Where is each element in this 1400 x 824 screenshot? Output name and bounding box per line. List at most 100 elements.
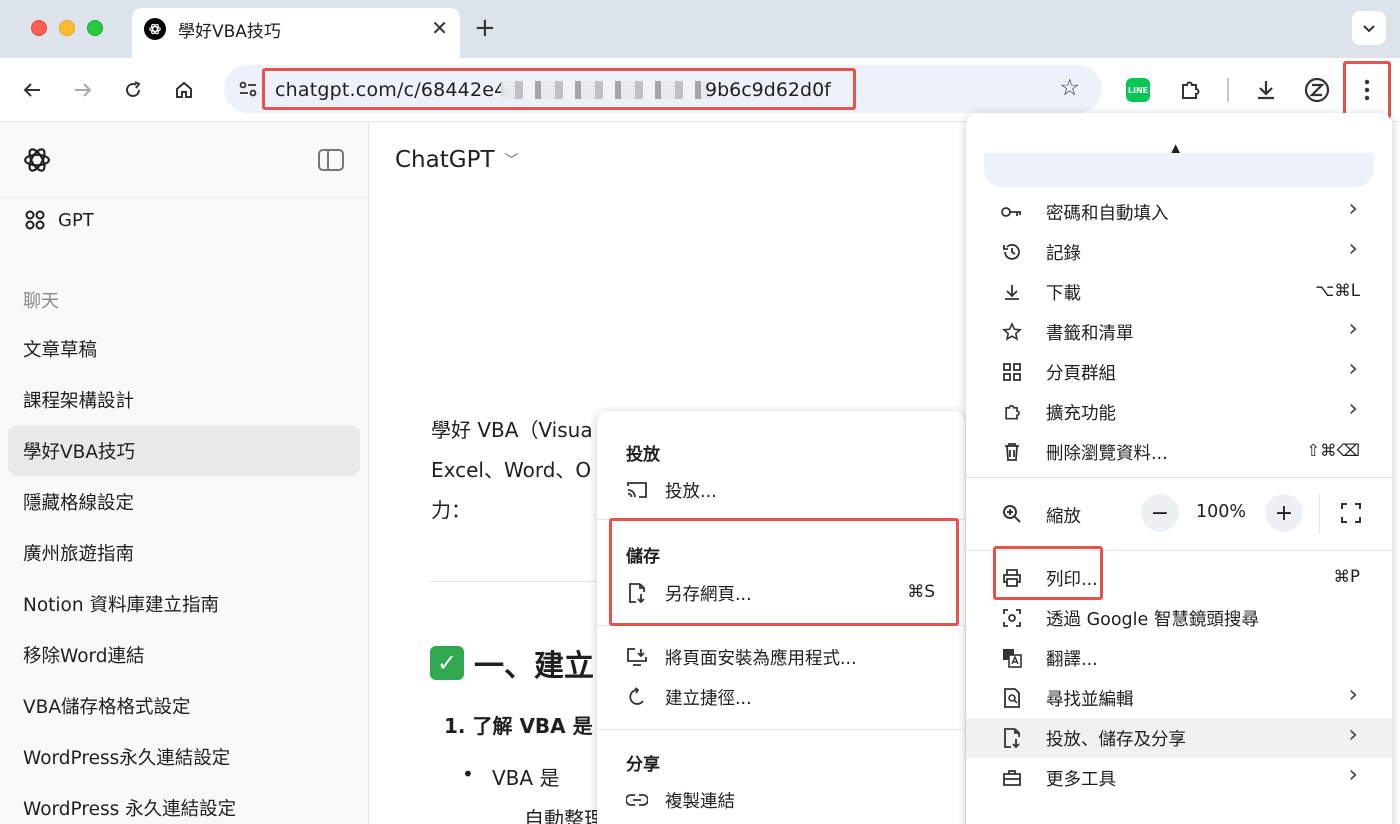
- url-text-end[interactable]: 9b6c9d62d0f: [705, 79, 831, 101]
- menu-item-label: 記錄: [1046, 244, 1081, 264]
- chat-item[interactable]: 課程架構設計: [8, 374, 360, 425]
- close-window-button[interactable]: [31, 20, 47, 36]
- copy-link-item[interactable]: 複製連結: [597, 782, 965, 818]
- menu-item-label: 密碼和自動填入: [1046, 204, 1169, 224]
- zoom-icon: [1000, 502, 1024, 526]
- model-name: ChatGPT: [395, 147, 495, 173]
- chat-item[interactable]: WordPress 永久連結設定: [8, 782, 360, 824]
- menu-item-toolbox[interactable]: 更多工具 ›: [966, 758, 1392, 798]
- z-circle-icon: [1304, 77, 1330, 103]
- create-shortcut-item[interactable]: 建立捷徑...: [597, 679, 965, 715]
- submenu-divider: [597, 729, 965, 730]
- line-icon: LINE: [1126, 78, 1150, 102]
- chat-item-label: WordPress 永久連結設定: [23, 799, 237, 820]
- zoom-value: 100%: [1196, 502, 1247, 522]
- chat-item-active[interactable]: 學好VBA技巧: [8, 425, 360, 476]
- response-text-line: 學好 VBA（Visua: [431, 418, 593, 442]
- toolbar-divider: [1227, 78, 1229, 102]
- cast-icon: [626, 479, 648, 501]
- new-tab-button[interactable]: +: [474, 13, 496, 43]
- menu-item-find[interactable]: 尋找並編輯 ›: [966, 678, 1392, 718]
- response-text-line: 力：: [431, 498, 471, 522]
- menu-item-trash[interactable]: 刪除瀏覽資料... ⇧⌘⌫: [966, 432, 1392, 472]
- chat-item-label: WordPress永久連結設定: [23, 748, 231, 769]
- downloads-button[interactable]: [1252, 76, 1280, 104]
- tab-search-button[interactable]: [1352, 11, 1386, 45]
- chat-item[interactable]: Notion 資料庫建立指南: [8, 578, 360, 629]
- active-tab[interactable]: 學好VBA技巧 ✕: [132, 8, 460, 58]
- chat-item[interactable]: VBA儲存格格式設定: [8, 680, 360, 731]
- cast-item[interactable]: 投放...: [597, 472, 965, 508]
- menu-item-label: 刪除瀏覽資料...: [1046, 444, 1168, 464]
- chevron-right-icon: ›: [1348, 314, 1358, 342]
- minimize-window-button[interactable]: [59, 20, 75, 36]
- menu-item-key[interactable]: 密碼和自動填入 ›: [966, 192, 1392, 232]
- menu-item-cast-save-share[interactable]: 投放、儲存及分享 ›: [966, 718, 1392, 758]
- chat-item-label: Notion 資料庫建立指南: [23, 595, 219, 616]
- menu-item-label: 書籤和清單: [1046, 324, 1134, 344]
- menu-item-label: 投放、儲存及分享: [1046, 730, 1186, 750]
- chat-item-label: 課程架構設計: [23, 391, 135, 412]
- menu-divider: [966, 477, 1392, 478]
- chevron-right-icon: ›: [1348, 194, 1358, 222]
- tab-title: 學好VBA技巧: [178, 22, 281, 42]
- profile-row[interactable]: [984, 153, 1374, 187]
- back-button[interactable]: [17, 75, 47, 105]
- site-info-icon[interactable]: [234, 75, 262, 103]
- chat-item-label: 學好VBA技巧: [23, 442, 136, 463]
- menu-item-history[interactable]: 記錄 ›: [966, 232, 1392, 272]
- menu-item-download[interactable]: 下載 ⌥⌘L: [966, 272, 1392, 312]
- chat-item[interactable]: 廣州旅遊指南: [8, 527, 360, 578]
- line-extension-button[interactable]: LINE: [1124, 76, 1152, 104]
- maximize-window-button[interactable]: [87, 20, 103, 36]
- chat-item[interactable]: WordPress永久連結設定: [8, 731, 360, 782]
- menu-item-star[interactable]: 書籤和清單 ›: [966, 312, 1392, 352]
- model-selector[interactable]: ChatGPT ﹀: [395, 147, 519, 173]
- bullet-item: VBA 是: [462, 762, 560, 791]
- menu-item-label: 下載: [1046, 284, 1081, 304]
- bullet-item-continuation: 自動整理: [524, 807, 604, 824]
- zoom-in-button[interactable]: +: [1265, 494, 1303, 532]
- chrome-main-menu: ▲ 密碼和自動填入 › 記錄 › 下載 ⌥⌘L 書籤和清單 › 分頁群組 › 擴充功能 › 刪除瀏覽資料…: [966, 113, 1392, 824]
- chevron-right-icon: ›: [1348, 394, 1358, 422]
- cast-save-share-icon: [1000, 726, 1024, 750]
- url-text[interactable]: chatgpt.com/c/68442e4: [275, 79, 506, 101]
- fullscreen-icon[interactable]: [1340, 502, 1364, 526]
- menu-item-shortcut: ⌘P: [1333, 567, 1360, 586]
- chat-item[interactable]: 文章草稿: [8, 323, 360, 374]
- menu-item-shortcut: ⌥⌘L: [1315, 281, 1360, 300]
- menu-item-translate[interactable]: 翻譯...: [966, 638, 1392, 678]
- chat-item[interactable]: 隱藏格線設定: [8, 476, 360, 527]
- gpt-link[interactable]: GPT: [24, 207, 94, 233]
- chat-section-title: 聊天: [23, 291, 59, 312]
- chat-item-label: 廣州旅遊指南: [23, 544, 135, 565]
- profile-extension-button[interactable]: [1303, 76, 1331, 104]
- zoom-row: 縮放 − 100% +: [966, 490, 1392, 538]
- menu-item-grid[interactable]: 分頁群組 ›: [966, 352, 1392, 392]
- translate-icon: [1000, 646, 1024, 670]
- chrome-menu-button[interactable]: [1343, 61, 1391, 119]
- tab-close-icon[interactable]: ✕: [431, 16, 448, 40]
- chatgpt-logo-icon[interactable]: [22, 145, 52, 175]
- sidebar-divider: [0, 197, 368, 198]
- chevron-right-icon: ›: [1348, 680, 1358, 708]
- chat-item-label: 隱藏格線設定: [23, 493, 135, 514]
- omnibox[interactable]: chatgpt.com/c/68442e4 9b6c9d62d0f ☆: [224, 65, 1102, 113]
- extensions-button[interactable]: [1176, 76, 1204, 104]
- chat-item[interactable]: 移除Word連結: [8, 629, 360, 680]
- install-app-item[interactable]: 將頁面安裝為應用程式...: [597, 639, 965, 675]
- home-button[interactable]: [169, 75, 199, 105]
- menu-item-puzzle[interactable]: 擴充功能 ›: [966, 392, 1392, 432]
- zoom-out-button[interactable]: −: [1141, 494, 1179, 532]
- sidebar-toggle-icon[interactable]: [318, 149, 344, 171]
- chevron-right-icon: ›: [1348, 720, 1358, 748]
- bookmark-star-icon[interactable]: ☆: [1059, 75, 1080, 101]
- menu-item-shortcut: ⇧⌘⌫: [1306, 441, 1360, 460]
- chevron-right-icon: ›: [1348, 760, 1358, 788]
- menu-item-lens[interactable]: 透過 Google 智慧鏡頭搜尋: [966, 598, 1392, 638]
- menu-item-label: 透過 Google 智慧鏡頭搜尋: [1046, 610, 1259, 630]
- puzzle-icon: [1182, 81, 1200, 99]
- reload-button[interactable]: [118, 75, 148, 105]
- tab-strip: 學好VBA技巧 ✕ +: [0, 0, 1400, 58]
- forward-button[interactable]: [68, 75, 98, 105]
